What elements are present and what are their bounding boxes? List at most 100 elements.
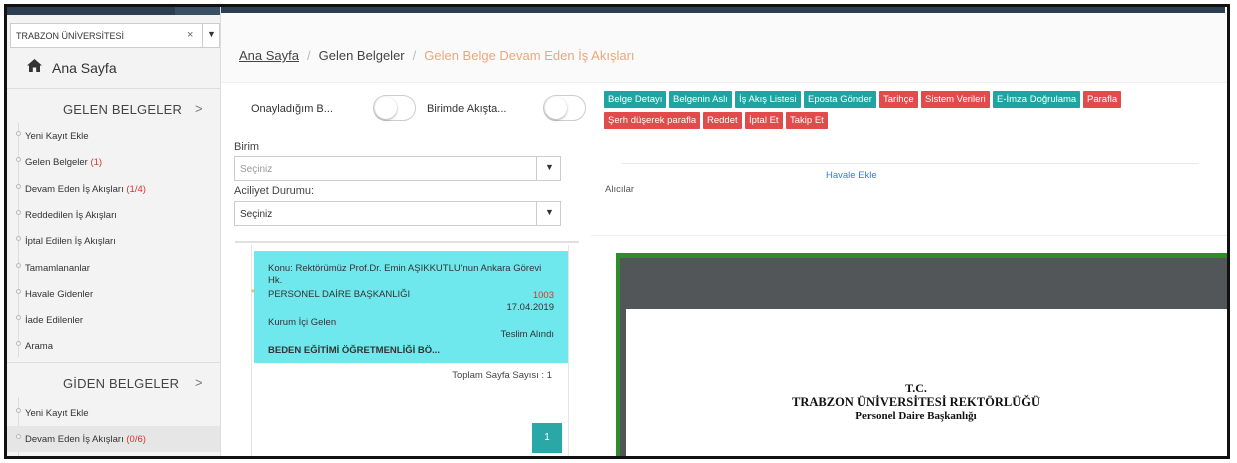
home-label: Ana Sayfa <box>52 59 117 76</box>
bullet-icon <box>16 183 21 189</box>
bullet-icon <box>16 157 21 163</box>
sidebar-nav-item[interactable]: Arama <box>7 333 220 359</box>
action-button[interactable]: Şerh düşerek parafla <box>604 112 701 129</box>
clear-icon[interactable]: × <box>187 29 193 41</box>
sidebar-nav-item[interactable]: Reddedilen İş Akışları <box>7 202 220 228</box>
card-status: Teslim Alındı <box>500 329 554 340</box>
list-divider <box>235 241 579 243</box>
nav-label-text: Arama <box>25 341 53 353</box>
unit-select[interactable]: Seçiniz ▼ <box>234 156 561 181</box>
bullet-icon <box>16 288 21 294</box>
nav-label-text: Devam Eden İş Akışları <box>25 183 127 195</box>
sidebar-nav-label: İptal Edilen İş Akışları <box>25 236 116 247</box>
action-button[interactable]: E-İmza Doğrulama <box>993 91 1081 108</box>
sidebar-nav-label: Devam Eden İş Akışları (1/4) <box>25 184 146 195</box>
action-button[interactable]: Reddet <box>703 112 742 129</box>
doc-line-rectorate: TRABZON ÜNİVERSİTESİ REKTÖRLÜĞÜ <box>792 395 1040 409</box>
card-department: PERSONEL DAİRE BAŞKANLIĞI <box>268 289 411 300</box>
breadcrumb-level1[interactable]: Gelen Belgeler <box>319 48 405 63</box>
card-unit: BEDEN EĞİTİMİ ÖĞRETMENLİĞİ BÖ... <box>268 345 441 356</box>
unit-select-toggle[interactable]: ▼ <box>536 157 560 180</box>
bullet-icon <box>16 341 21 347</box>
total-pages: Toplam Sayfa Sayısı : 1 <box>452 370 552 381</box>
doc-line-department: Personel Daire Başkanlığı <box>855 410 977 422</box>
nav-label-text: Yeni Kayıt Ekle <box>25 408 89 419</box>
sidebar-nav-label: Devam Eden İş Akışları (0/6) <box>25 434 146 445</box>
recipients-label: Alıcılar <box>605 184 635 195</box>
sidebar-nav-label: Yeni Kayıt Ekle <box>25 408 89 419</box>
section-incoming-title: GELEN BELGELER <box>63 102 183 117</box>
sidebar-nav-item[interactable]: Gelen Belgeler (1) <box>7 149 220 175</box>
unit-label: Birim <box>234 141 260 153</box>
caret-down-icon: ▼ <box>545 162 554 172</box>
nav-label-text: Yeni Kayıt Ekle <box>25 131 89 142</box>
action-button[interactable]: İptal Et <box>745 112 783 129</box>
toggle-approved[interactable] <box>373 95 416 121</box>
sidebar-nav-label: Yeni Kayıt Ekle <box>25 131 89 142</box>
sidebar-nav-label: Arama <box>25 341 53 352</box>
sidebar-topbar <box>7 7 220 15</box>
document-page: T.C. TRABZON ÜNİVERSİTESİ REKTÖRLÜĞÜ Per… <box>626 309 1227 456</box>
action-button[interactable]: Takip Et <box>786 112 828 129</box>
sidebar-nav-item[interactable]: İade Edilenler <box>7 307 220 333</box>
action-button[interactable]: Belge Detayı <box>604 91 667 108</box>
sidebar-nav-item[interactable]: İptal Edilen İş Akışları <box>7 228 220 254</box>
caret-down-icon: ▼ <box>207 29 216 39</box>
breadcrumb-separator: / <box>412 48 417 63</box>
filter-panel: Onayladığım B... Birimde Akışta... Birim… <box>225 83 586 243</box>
action-button[interactable]: Belgenin Aslı <box>669 91 732 108</box>
section-incoming[interactable]: GELEN BELGELER > <box>7 93 220 123</box>
sidebar-nav-item[interactable]: Havale Gidenler <box>7 281 220 307</box>
nav-label-text: İade Edilenler <box>25 315 84 327</box>
section-outgoing[interactable]: GİDEN BELGELER > <box>7 367 220 397</box>
app-window: TRABZON ÜNİVERSİTESİ × ▼ Ana Sayfa GELEN… <box>4 4 1230 459</box>
action-button[interactable]: Tarihçe <box>879 91 918 108</box>
toggle-knob <box>375 97 397 119</box>
unit-select-value: Seçiniz <box>240 164 273 175</box>
nav-label-text: Havale Gidenler <box>25 288 94 300</box>
urgency-select[interactable]: Seçiniz ▼ <box>234 201 561 226</box>
institution-select[interactable]: TRABZON ÜNİVERSİTESİ × ▼ <box>10 23 220 48</box>
document-card[interactable]: * Konu: Rektörümüz Prof.Dr. Emin AŞIKKUT… <box>251 251 568 363</box>
breadcrumb-home-link[interactable]: Ana Sayfa <box>239 48 299 63</box>
bullet-icon <box>16 209 21 215</box>
urgency-select-value: Seçiniz <box>240 209 273 220</box>
sidebar-nav-item[interactable]: Yeni Kayıt Ekle <box>7 400 220 426</box>
sidebar-nav-label: Reddedilen İş Akışları <box>25 210 117 221</box>
sidebar-nav-label: İade Edilenler <box>25 315 83 326</box>
main-content: Ana Sayfa / Gelen Belgeler / Gelen Belge Dev… <box>221 7 1227 456</box>
section-divider <box>591 235 1227 236</box>
bullet-icon <box>16 315 21 321</box>
add-referral-link[interactable]: Havale Ekle <box>826 170 877 181</box>
card-subject: Konu: Rektörümüz Prof.Dr. Emin AŞIKKUTLU… <box>268 263 542 286</box>
sidebar-nav-item[interactable]: Devam Eden İş Akışları (1/4) <box>7 176 220 202</box>
action-button[interactable]: Parafla <box>1083 91 1122 108</box>
breadcrumb: Ana Sayfa / Gelen Belgeler / Gelen Belge Dev… <box>239 48 635 63</box>
breadcrumb-separator: / <box>307 48 311 63</box>
bullet-icon <box>16 131 21 136</box>
nav-label-text: Devam Eden İş Akışları <box>25 434 127 446</box>
sidebar-home[interactable]: Ana Sayfa <box>27 59 117 76</box>
toggle-in-unit-label: Birimde Akışta... <box>427 103 507 115</box>
card-date: 17.04.2019 <box>506 302 554 313</box>
sidebar-nav-item[interactable]: Tamamlananlar <box>7 255 220 281</box>
action-button[interactable]: Sistem Verileri <box>921 91 990 108</box>
document-list: * Konu: Rektörümüz Prof.Dr. Emin AŞIKKUT… <box>251 245 569 456</box>
action-button[interactable]: İş Akış Listesi <box>735 91 801 108</box>
nav-label-text: Tamamlananlar <box>25 262 90 274</box>
breadcrumb-current: Gelen Belge Devam Eden İş Akışları <box>424 48 635 63</box>
topbar-accent <box>175 7 220 15</box>
card-type: Kurum İçi Gelen <box>268 317 337 328</box>
urgency-select-toggle[interactable]: ▼ <box>536 202 560 225</box>
sidebar-nav-label: Gelen Belgeler (1) <box>25 157 102 168</box>
toggle-approved-label: Onayladığım B... <box>251 103 333 115</box>
action-button[interactable]: Eposta Gönder <box>804 91 876 108</box>
sidebar-nav-item[interactable]: Yeni Kayıt Ekle <box>7 123 220 149</box>
page-1-button[interactable]: 1 <box>532 423 562 453</box>
sidebar-divider <box>7 362 220 363</box>
nav-label-text: Reddedilen İş Akışları <box>25 209 117 221</box>
institution-dropdown-toggle[interactable]: ▼ <box>202 24 219 47</box>
toggle-in-unit[interactable] <box>543 95 586 121</box>
document-viewer[interactable]: T.C. TRABZON ÜNİVERSİTESİ REKTÖRLÜĞÜ Per… <box>616 253 1227 456</box>
sidebar-nav-item[interactable]: Devam Eden İş Akışları (0/6) <box>7 426 220 453</box>
